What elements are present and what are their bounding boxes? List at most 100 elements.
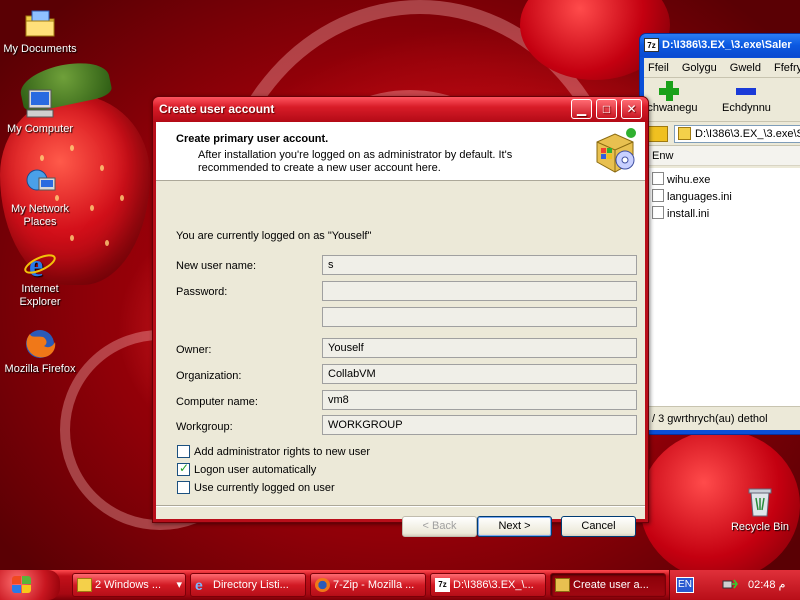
file-manager-titlebar[interactable]: 7z D:\I386\3.EX_\3.exe\Saler <box>640 34 800 57</box>
exe-file-icon <box>652 172 664 185</box>
clock[interactable]: 02:48 م <box>748 570 785 600</box>
next-button[interactable]: Next > <box>477 516 552 537</box>
taskbar-item-label: 2 Windows ... <box>95 579 162 591</box>
internet-explorer-icon: e <box>195 577 203 593</box>
password-input[interactable] <box>322 281 637 301</box>
file-name: wihu.exe <box>667 174 711 186</box>
file-manager-window[interactable]: 7z D:\I386\3.EX_\3.exe\Saler Ffeil Golyg… <box>639 33 800 435</box>
checkbox-unchecked[interactable] <box>177 481 190 494</box>
minimize-icon: ▁ <box>576 102 587 116</box>
extract-button[interactable]: Echdynnu <box>722 80 771 114</box>
desktop-icon-my-network[interactable]: My Network Places <box>1 168 79 229</box>
plus-icon <box>658 80 680 102</box>
network-tray-icon[interactable] <box>722 578 738 592</box>
ini-file-icon <box>652 189 664 202</box>
checkbox-label: Add administrator rights to new user <box>194 446 371 458</box>
svg-text:e: e <box>29 248 43 280</box>
dialog-title: Create user account <box>159 102 275 116</box>
firefox-icon <box>23 328 57 360</box>
password-label: Password: <box>176 286 228 298</box>
organization-input[interactable]: CollabVM <box>322 364 637 384</box>
maximize-icon: □ <box>602 102 611 116</box>
menu-view[interactable]: Gweld <box>730 58 761 77</box>
taskbar-item-firefox[interactable]: 7-Zip - Mozilla ... <box>310 573 426 597</box>
windows-logo-icon <box>12 576 32 594</box>
organization-label: Organization: <box>176 370 242 382</box>
header-title: Create primary user account. <box>176 133 329 145</box>
internet-explorer-icon: e <box>23 247 57 283</box>
new-user-name-input[interactable]: s <box>322 255 637 275</box>
desktop-icon-my-documents[interactable]: My Documents <box>1 8 79 56</box>
list-item[interactable]: install.ini <box>644 206 800 223</box>
taskbar-item-create-user[interactable]: Create user a... <box>550 573 666 597</box>
admin-rights-checkbox[interactable]: Add administrator rights to new user <box>177 445 370 460</box>
owner-input[interactable]: Youself <box>322 338 637 358</box>
7zip-icon: 7z <box>435 578 450 592</box>
start-button[interactable] <box>0 570 60 600</box>
file-name: install.ini <box>667 208 710 220</box>
7zip-icon: 7z <box>644 38 659 52</box>
owner-label: Owner: <box>176 344 212 356</box>
desktop-icon-label: My Network Places <box>10 203 70 228</box>
menu-edit[interactable]: Golygu <box>682 58 717 77</box>
button-separator <box>156 505 645 507</box>
system-tray: EN 02:48 م <box>669 570 800 600</box>
setup-box-icon <box>589 126 637 174</box>
cancel-button[interactable]: Cancel <box>561 516 636 537</box>
header-subtitle: After installation you're logged on as a… <box>198 149 513 174</box>
column-header-name[interactable]: Enw <box>644 146 800 166</box>
close-button[interactable]: ✕ <box>621 99 642 119</box>
logged-on-text: You are currently logged on as "Youself" <box>176 230 372 242</box>
recycle-bin-icon <box>743 486 777 518</box>
computer-icon <box>23 88 57 120</box>
setup-box-icon <box>555 578 570 592</box>
file-manager-menubar: Ffeil Golygu Gweld Ffefry <box>644 58 800 78</box>
taskbar-item-directory-listing[interactable]: e Directory Listi... <box>190 573 306 597</box>
desktop-icon-label: Mozilla Firefox <box>4 363 76 375</box>
desktop-icon-internet-explorer[interactable]: e Internet Explorer <box>1 247 79 309</box>
chevron-down-icon: ▾ <box>176 579 182 591</box>
create-user-dialog[interactable]: Create user account ▁ □ ✕ Create primary… <box>152 96 649 537</box>
desktop-icon-firefox[interactable]: Mozilla Firefox <box>1 328 79 376</box>
checkbox-checked[interactable] <box>177 461 190 476</box>
firefox-icon <box>315 578 330 592</box>
file-list: wihu.exe languages.ini install.ini <box>644 168 800 406</box>
address-value: D:\I386\3.EX_\3.exe\S <box>695 128 800 140</box>
dialog-titlebar[interactable]: Create user account ▁ □ ✕ <box>153 97 648 122</box>
use-current-user-checkbox[interactable]: Use currently logged on user <box>177 481 335 496</box>
desktop-icon-label: My Documents <box>3 43 77 55</box>
desktop-icon-my-computer[interactable]: My Computer <box>1 88 79 136</box>
folder-documents-icon <box>23 8 57 40</box>
minimize-button[interactable]: ▁ <box>571 99 592 119</box>
menu-file[interactable]: Ffeil <box>648 58 669 77</box>
dialog-body: Create primary user account. After insta… <box>156 122 645 537</box>
list-item[interactable]: languages.ini <box>644 189 800 206</box>
taskbar-item-7zip[interactable]: 7z D:\I386\3.EX_\... <box>430 573 546 597</box>
taskbar-item-label: D:\I386\3.EX_\... <box>453 579 534 591</box>
taskbar-item-label: Directory Listi... <box>213 579 289 591</box>
address-input[interactable]: D:\I386\3.EX_\3.exe\S <box>674 125 800 143</box>
list-item[interactable]: wihu.exe <box>644 172 800 189</box>
file-name: languages.ini <box>667 191 732 203</box>
minus-icon <box>735 80 757 102</box>
checkbox-unchecked[interactable] <box>177 445 190 458</box>
computer-name-input[interactable]: vm8 <box>322 390 637 410</box>
taskbar-item-label: Create user a... <box>573 579 649 591</box>
desktop-icon-label: My Computer <box>6 123 74 135</box>
password-confirm-input[interactable] <box>322 307 637 327</box>
folder-up-icon[interactable] <box>648 126 668 142</box>
checkbox-label: Logon user automatically <box>194 464 317 476</box>
folder-icon <box>678 127 691 140</box>
back-button[interactable]: < Back <box>402 516 477 537</box>
file-manager-toolbar: Ychwanegu Echdynnu <box>640 78 800 122</box>
menu-favorites[interactable]: Ffefry <box>774 58 800 77</box>
language-indicator[interactable]: EN <box>676 577 694 593</box>
desktop-icon-recycle-bin[interactable]: Recycle Bin <box>721 486 799 534</box>
taskbar-group-windows[interactable]: 2 Windows ... ▾ <box>72 573 186 597</box>
taskbar: 2 Windows ... ▾ e Directory Listi... 7-Z… <box>0 570 800 600</box>
auto-logon-checkbox[interactable]: Logon user automatically <box>177 461 317 478</box>
file-manager-title: D:\I386\3.EX_\3.exe\Saler <box>662 39 792 51</box>
maximize-button[interactable]: □ <box>596 99 617 119</box>
workgroup-input[interactable]: WORKGROUP <box>322 415 637 435</box>
extract-button-label: Echdynnu <box>722 102 771 114</box>
